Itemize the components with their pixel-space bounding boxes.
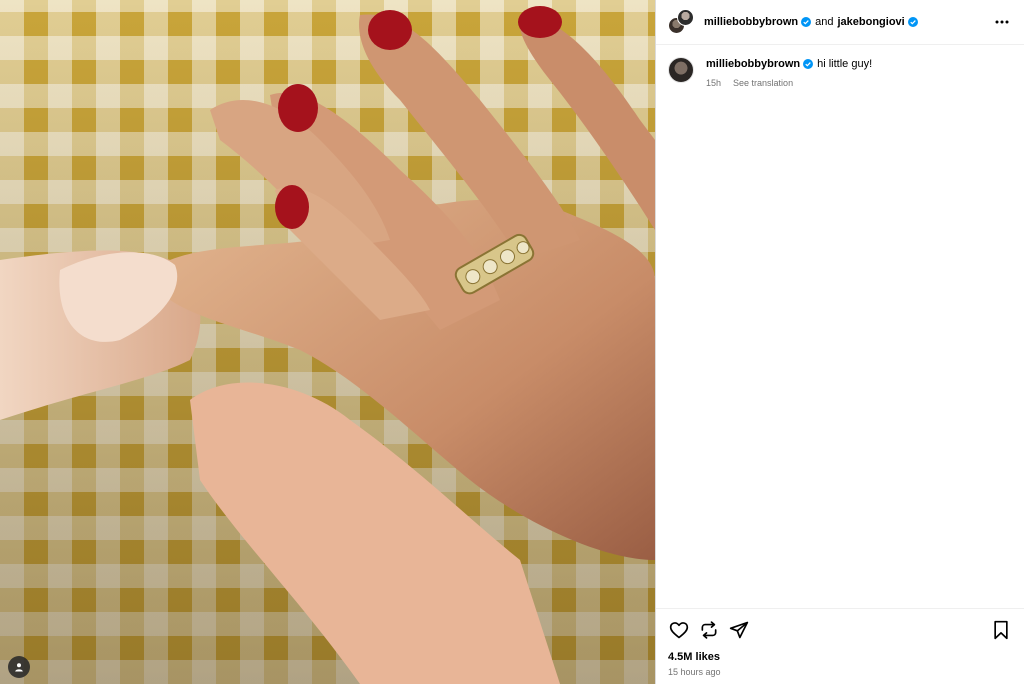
caption-username[interactable]: milliebobbybrown [706,58,800,70]
comments-section: milliebobbybrown hi little guy! 15h See t… [656,45,1024,608]
hands-photo [0,0,655,684]
caption-text: hi little guy! [817,58,873,70]
verified-badge-icon [803,59,814,70]
header-username-primary[interactable]: milliebobbybrown [704,16,798,28]
caption-row: milliebobbybrown hi little guy! 15h See t… [668,57,1012,90]
share-button[interactable] [728,619,750,641]
verified-badge-icon [801,17,812,27]
user-tag-button[interactable] [8,656,30,678]
send-icon [729,621,749,639]
more-options-icon [995,20,1009,24]
caption-timestamp[interactable]: 15h [706,78,721,88]
heart-icon [669,622,689,639]
repost-icon [701,621,717,639]
like-button[interactable] [668,619,690,641]
post-photo[interactable] [0,0,655,684]
instagram-post: milliebobbybrown and jakebongiovi millie… [0,0,1024,684]
see-translation-link[interactable]: See translation [733,78,793,88]
caption-body: milliebobbybrown hi little guy! 15h See t… [706,57,872,90]
post-header: milliebobbybrown and jakebongiovi [656,0,1024,45]
save-button[interactable] [990,619,1012,641]
header-usernames: milliebobbybrown and jakebongiovi [704,16,992,28]
likes-count[interactable]: 4.5M likes [668,651,1012,663]
post-actions-footer: 4.5M likes 15 hours ago [656,608,1024,684]
caption-avatar[interactable] [668,57,694,83]
bookmark-icon [994,620,1008,640]
repost-button[interactable] [698,619,720,641]
post-side-panel: milliebobbybrown and jakebongiovi millie… [655,0,1024,684]
collab-avatars[interactable] [668,9,694,35]
user-tag-icon [15,663,23,672]
avatar-secondary[interactable] [677,9,694,26]
header-username-secondary[interactable]: jakebongiovi [837,16,904,28]
action-bar [668,617,1012,643]
post-time[interactable]: 15 hours ago [668,667,1012,677]
verified-badge-icon [907,17,918,27]
caption-meta: 15h See translation [706,76,872,90]
header-and-text: and [815,16,834,28]
more-options-button[interactable] [992,12,1012,32]
